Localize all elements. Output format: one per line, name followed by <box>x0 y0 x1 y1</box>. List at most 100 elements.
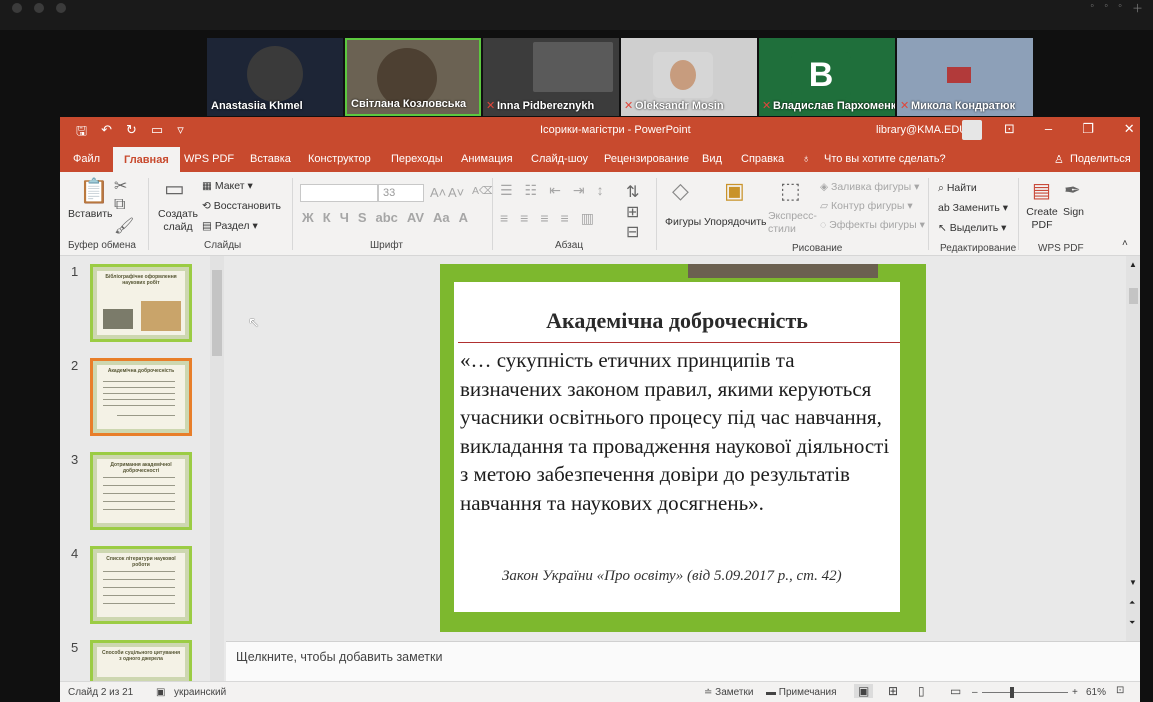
zoom-out-icon[interactable]: – <box>972 687 978 698</box>
arrange-icon[interactable]: ▣ <box>724 178 745 204</box>
spellcheck-icon[interactable]: ▣ <box>156 687 165 698</box>
bullets-icon[interactable]: ☰ <box>500 182 513 199</box>
comments-button[interactable]: ▬ Примечания <box>766 687 837 698</box>
slide-thumbnail[interactable]: Список літератури наукової роботи <box>90 546 192 624</box>
redo-icon[interactable]: ↻ <box>126 122 137 144</box>
tab-insert[interactable]: Вставка <box>250 153 291 165</box>
pdf-icon[interactable]: ▤ <box>1032 178 1051 203</box>
indent-increase-icon[interactable]: ⇥ <box>573 182 585 199</box>
format-painter-icon[interactable]: 🖌 <box>114 216 134 236</box>
font-family-select[interactable] <box>300 184 378 202</box>
zoom-in-icon[interactable]: + <box>1072 687 1078 698</box>
participant-tile[interactable]: ✕ Микола Кондратюк <box>897 38 1033 116</box>
tab-animation[interactable]: Анимация <box>461 153 513 165</box>
slide-scrollbar[interactable]: ▲ ▼ ⏶ ⏷ <box>1126 256 1140 641</box>
slide-thumbnail[interactable]: Дотримання академічної доброчесності <box>90 452 192 530</box>
notes-button[interactable]: ≐ Заметки <box>704 687 753 698</box>
notes-pane[interactable]: Щелкните, чтобы добавить заметки <box>226 641 1140 681</box>
tab-help[interactable]: Справка <box>741 153 784 165</box>
sorter-view-icon[interactable]: ⊞ <box>888 684 898 698</box>
participant-tile[interactable]: ✕ Inna Pidbereznykh <box>483 38 619 116</box>
create-pdf-button[interactable]: Create PDF <box>1024 206 1060 232</box>
clear-format-icon[interactable]: A⌫ <box>472 185 494 197</box>
tab-file[interactable]: Файл <box>73 153 100 165</box>
paste-button[interactable]: Вставить <box>68 208 113 220</box>
copy-icon[interactable]: ⧉ <box>114 196 125 214</box>
customize-qat-icon[interactable]: ▿ <box>177 122 184 144</box>
language-indicator[interactable]: украинский <box>174 687 226 698</box>
smartart-icon[interactable]: ⊟ <box>626 222 639 242</box>
tab-home[interactable]: Главная <box>113 147 180 172</box>
paste-icon[interactable]: 📋 <box>79 177 109 206</box>
numbering-icon[interactable]: ☷ <box>525 182 538 199</box>
strike-button[interactable]: S <box>358 210 367 225</box>
new-slide-button[interactable]: Создать слайд <box>156 208 200 234</box>
bold-button[interactable]: Ж <box>302 210 314 225</box>
font-size-select[interactable]: 33 <box>378 184 424 202</box>
slide-source-text[interactable]: Закон України «Про освіту» (від 5.09.201… <box>502 566 892 586</box>
participant-tile[interactable]: Anastasiia Khmel <box>207 38 343 116</box>
tab-transitions[interactable]: Переходы <box>391 153 443 165</box>
participant-tile[interactable]: ✕ Oleksandr Mosin <box>621 38 757 116</box>
columns-icon[interactable]: ▥ <box>581 210 594 227</box>
justify-icon[interactable]: ≡ <box>561 210 569 227</box>
scroll-thumb[interactable] <box>1129 288 1138 304</box>
reading-view-icon[interactable]: ▯ <box>918 684 925 698</box>
participant-tile[interactable]: B ✕ Владислав Пархоменко <box>759 38 895 116</box>
normal-view-icon[interactable]: ▣ <box>854 684 874 698</box>
current-slide[interactable]: Академічна доброчесність «… сукупність е… <box>440 264 926 632</box>
align-text-icon[interactable]: ⊞ <box>626 202 639 222</box>
shape-fill-button[interactable]: ◈ Заливка фигуры ▾ <box>820 181 919 193</box>
font-shrink-icon[interactable]: A˅ <box>448 185 464 200</box>
reset-button[interactable]: ⟲ Восстановить <box>202 200 281 212</box>
indent-decrease-icon[interactable]: ⇤ <box>549 182 561 199</box>
change-case-button[interactable]: Aa <box>433 210 450 225</box>
shape-outline-button[interactable]: ▱ Контур фигуры ▾ <box>820 200 913 212</box>
slideshow-view-icon[interactable]: ▭ <box>950 684 961 698</box>
font-grow-icon[interactable]: A˄ <box>430 185 446 200</box>
spacing-button[interactable]: AV <box>407 210 424 225</box>
next-slide-icon[interactable]: ⏷ <box>1129 618 1135 628</box>
tab-design[interactable]: Конструктор <box>308 153 371 165</box>
save-icon[interactable]: 🖫 <box>76 122 87 144</box>
account-name[interactable]: library@KMA.EDU <box>876 124 967 136</box>
account-avatar[interactable] <box>962 120 982 140</box>
slide-title[interactable]: Академічна доброчесність <box>454 308 900 334</box>
align-right-icon[interactable]: ≡ <box>540 210 548 227</box>
section-button[interactable]: ▤ Раздел ▾ <box>202 220 258 232</box>
select-button[interactable]: ↖ Выделить ▾ <box>938 222 1006 234</box>
align-left-icon[interactable]: ≡ <box>500 210 508 227</box>
find-button[interactable]: ⌕ Найти <box>938 182 977 195</box>
tab-wps-pdf[interactable]: WPS PDF <box>184 153 234 165</box>
zoom-slider[interactable] <box>982 692 1068 693</box>
slide-body-text[interactable]: «… сукупність етичних принципів та визна… <box>460 346 900 517</box>
participant-tile-active[interactable]: Світлана Козловська <box>345 38 481 116</box>
text-direction-icon[interactable]: ⇅ <box>626 182 639 202</box>
cut-icon[interactable]: ✂ <box>114 176 127 196</box>
slide-thumbnail-selected[interactable]: Академічна доброчесність <box>90 358 192 436</box>
scroll-thumb[interactable] <box>212 270 222 356</box>
undo-icon[interactable]: ↶ <box>101 122 112 144</box>
align-center-icon[interactable]: ≡ <box>520 210 528 227</box>
zoom-level[interactable]: 61% <box>1086 687 1106 698</box>
strikethrough-button[interactable]: abc <box>376 210 398 225</box>
close-icon[interactable]: ✕ <box>1124 121 1135 137</box>
scroll-down-icon[interactable]: ▼ <box>1129 578 1137 587</box>
italic-button[interactable]: К <box>323 210 331 225</box>
scroll-up-icon[interactable]: ▲ <box>1129 260 1137 269</box>
slide-thumbnail[interactable]: Способи суцільного цитування з одного дж… <box>90 640 192 681</box>
collapse-ribbon-icon[interactable]: ˄ <box>1122 238 1128 249</box>
arrange-button[interactable]: Упорядочить <box>704 216 766 228</box>
share-button[interactable]: Поделиться <box>1070 153 1131 165</box>
quick-styles-icon[interactable]: ⬚ <box>780 178 801 204</box>
tab-view[interactable]: Вид <box>702 153 722 165</box>
tell-me-search[interactable]: Что вы хотите сделать? <box>824 153 946 165</box>
sign-button[interactable]: Sign <box>1063 206 1084 218</box>
shapes-icon[interactable]: ◇ <box>672 178 689 204</box>
font-color-icon[interactable]: A <box>459 210 468 225</box>
fit-slide-icon[interactable]: ⊡ <box>1116 685 1124 696</box>
minimize-icon[interactable]: – <box>1045 121 1052 137</box>
restore-icon[interactable]: ❐ <box>1082 121 1094 137</box>
thumbnails-scrollbar[interactable] <box>210 256 224 681</box>
ribbon-display-icon[interactable]: ⊡ <box>1004 121 1015 137</box>
